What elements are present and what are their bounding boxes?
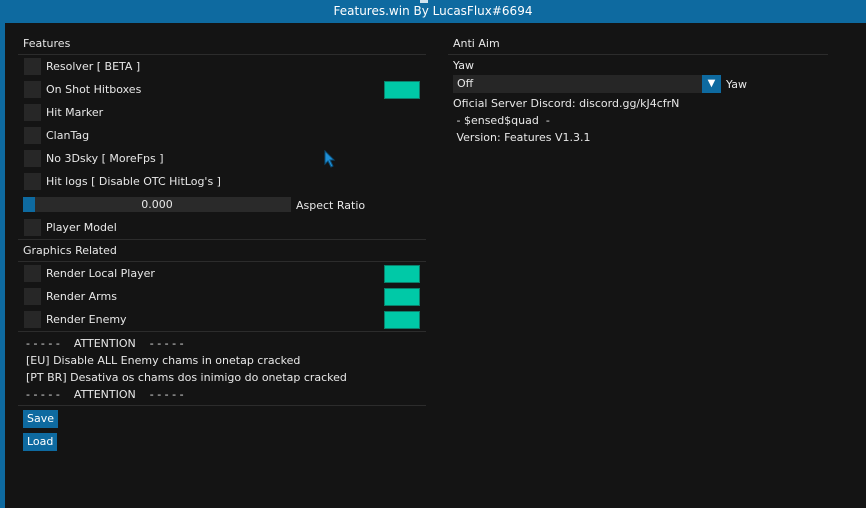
features-panel: Features Resolver [ BETA ] On Shot Hitbo… (18, 33, 426, 456)
resolver-label: Resolver [ BETA ] (46, 60, 141, 73)
feature-row-on-shot-hitboxes[interactable]: On Shot Hitboxes (18, 78, 426, 101)
discord-text: Oficial Server Discord: discord.gg/kJ4cf… (453, 97, 680, 110)
hit-marker-label: Hit Marker (46, 106, 104, 119)
attention-line-bottom: - - - - - ATTENTION - - - - - (26, 388, 184, 401)
version-text: Version: Features V1.3.1 (453, 131, 591, 144)
title-notch (420, 0, 428, 3)
divider (18, 331, 426, 332)
save-button[interactable]: Save (23, 410, 59, 428)
render-enemy-label: Render Enemy (46, 313, 127, 326)
player-model-label: Player Model (46, 221, 117, 234)
render-local-player-color-picker[interactable] (384, 265, 420, 283)
aspect-ratio-slider[interactable]: 0.000 (23, 197, 291, 212)
feature-row-hit-logs[interactable]: Hit logs [ Disable OTC HitLog's ] (18, 170, 426, 193)
window-title: Features.win By LucasFlux#6694 (333, 4, 533, 18)
render-arms-label: Render Arms (46, 290, 117, 303)
player-model-row[interactable]: Player Model (18, 216, 426, 239)
on-shot-hitboxes-label: On Shot Hitboxes (46, 83, 142, 96)
yaw-dropdown-value: Off (457, 77, 474, 90)
aspect-ratio-value: 0.000 (141, 198, 173, 211)
render-arms-color-picker[interactable] (384, 288, 420, 306)
yaw-dropdown[interactable]: Off ▼ (453, 75, 721, 93)
player-model-checkbox[interactable] (24, 219, 41, 236)
clantag-checkbox[interactable] (24, 127, 41, 144)
graphics-header: Graphics Related (18, 240, 426, 262)
no-3dsky-checkbox[interactable] (24, 150, 41, 167)
on-shot-hitboxes-color-picker[interactable] (384, 81, 420, 99)
anti-aim-panel: Anti Aim Yaw Off ▼ Yaw Oficial Server Di… (448, 33, 828, 146)
graphics-row-arms[interactable]: Render Arms (18, 285, 426, 308)
mouse-cursor-icon (324, 150, 336, 168)
render-enemy-checkbox[interactable] (24, 311, 41, 328)
render-local-player-checkbox[interactable] (24, 265, 41, 282)
divider (18, 405, 426, 406)
anti-aim-header: Anti Aim (448, 33, 828, 55)
attention-eu: [EU] Disable ALL Enemy chams in onetap c… (26, 354, 301, 367)
triangle-down-icon[interactable]: ▼ (702, 75, 721, 93)
load-button[interactable]: Load (23, 433, 58, 451)
credit-text: - $ensed$quad - (453, 114, 550, 127)
feature-row-resolver[interactable]: Resolver [ BETA ] (18, 55, 426, 78)
render-arms-checkbox[interactable] (24, 288, 41, 305)
yaw-label: Yaw (453, 59, 474, 72)
render-local-player-label: Render Local Player (46, 267, 155, 280)
features-header: Features (18, 33, 426, 55)
feature-row-clantag[interactable]: ClanTag (18, 124, 426, 147)
resolver-checkbox[interactable] (24, 58, 41, 75)
attention-line-top: - - - - - ATTENTION - - - - - (26, 337, 184, 350)
graphics-row-enemy[interactable]: Render Enemy (18, 308, 426, 331)
aspect-ratio-row: 0.000 Aspect Ratio (18, 193, 426, 216)
hit-marker-checkbox[interactable] (24, 104, 41, 121)
clantag-label: ClanTag (46, 129, 90, 142)
on-shot-hitboxes-checkbox[interactable] (24, 81, 41, 98)
hit-logs-label: Hit logs [ Disable OTC HitLog's ] (46, 175, 221, 188)
feature-row-no-3dsky[interactable]: No 3Dsky [ MoreFps ] (18, 147, 426, 170)
yaw-dropdown-label: Yaw (726, 78, 747, 91)
feature-row-hit-marker[interactable]: Hit Marker (18, 101, 426, 124)
render-enemy-color-picker[interactable] (384, 311, 420, 329)
graphics-row-local-player[interactable]: Render Local Player (18, 262, 426, 285)
hit-logs-checkbox[interactable] (24, 173, 41, 190)
no-3dsky-label: No 3Dsky [ MoreFps ] (46, 152, 164, 165)
attention-ptbr: [PT BR] Desativa os chams dos inimigo do… (26, 371, 347, 384)
